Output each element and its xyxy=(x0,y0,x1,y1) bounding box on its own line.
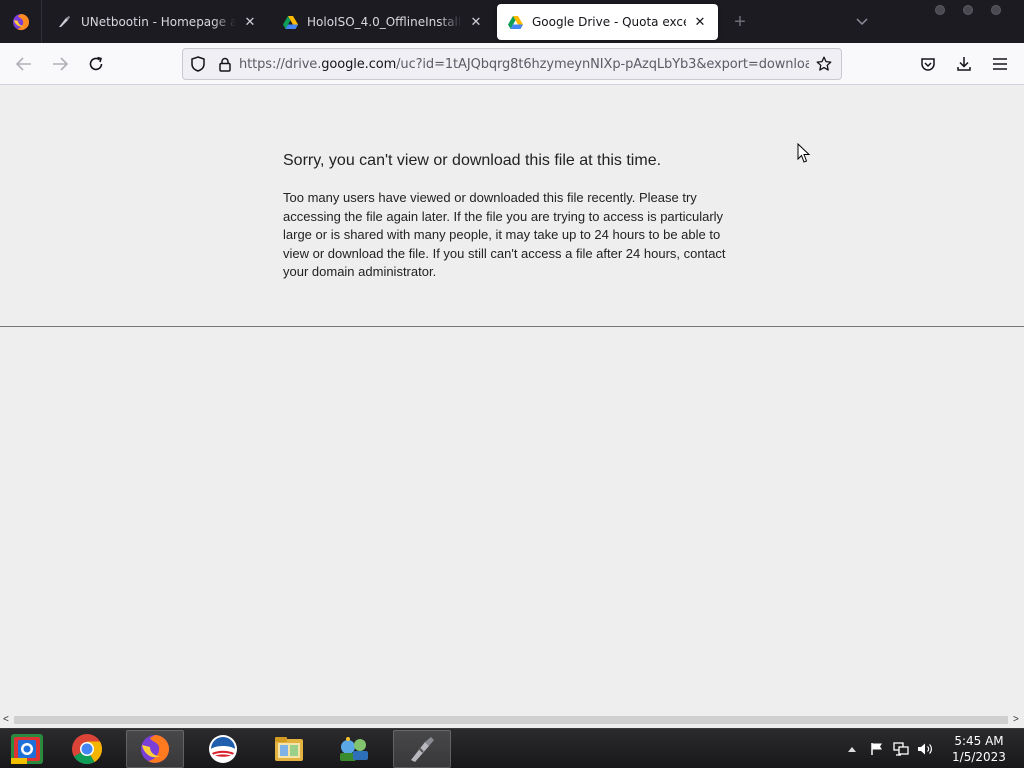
error-message: Too many users have viewed or downloaded… xyxy=(283,190,726,279)
flag-icon xyxy=(871,743,882,755)
reload-icon xyxy=(89,56,103,71)
pocket-button[interactable] xyxy=(914,50,942,78)
download-icon xyxy=(957,57,971,71)
file-explorer-icon xyxy=(275,737,303,761)
firefox-view-button[interactable] xyxy=(0,0,42,43)
new-tab-button[interactable]: + xyxy=(728,10,752,34)
url-bar[interactable]: https://drive.google.com/uc?id=1tAJQbqrg… xyxy=(182,48,842,80)
speaker-icon xyxy=(918,743,932,755)
close-icon[interactable]: ✕ xyxy=(468,14,484,30)
start-button[interactable] xyxy=(0,730,54,768)
google-drive-icon xyxy=(282,14,298,30)
error-title: Sorry, you can't view or download this f… xyxy=(283,152,662,169)
network-icon xyxy=(340,737,368,761)
tab-unetbootin[interactable]: UNetbootin - Homepage and Documentation … xyxy=(46,4,268,40)
downloads-button[interactable] xyxy=(950,50,978,78)
tab-google-drive[interactable]: Google Drive - Quota exceeded ✕ xyxy=(497,4,718,40)
network-status-icon[interactable] xyxy=(891,739,911,759)
firefox-icon xyxy=(141,735,169,763)
tab-holoiso[interactable]: HoloISO_4.0_OfflineInstaller.iso ✕ xyxy=(272,4,494,40)
app-menu-button[interactable] xyxy=(986,50,1014,78)
show-hidden-icons-button[interactable] xyxy=(844,739,860,759)
url-prefix: https://drive. xyxy=(239,56,322,72)
obama-logo-icon xyxy=(209,735,237,763)
back-button[interactable] xyxy=(10,50,38,78)
close-window-button[interactable] xyxy=(991,5,1001,15)
tab-bar: UNetbootin - Homepage and Documentation … xyxy=(0,0,1024,43)
shield-icon xyxy=(191,56,205,72)
taskbar-app[interactable] xyxy=(194,730,252,768)
hamburger-menu-icon xyxy=(993,58,1007,70)
forward-arrow-icon xyxy=(53,57,68,71)
reload-button[interactable] xyxy=(82,50,110,78)
horizontal-scrollbar[interactable]: < > xyxy=(0,712,1024,728)
network-monitor-icon xyxy=(893,742,909,756)
page-content: Sorry, you can't view or download this f… xyxy=(0,86,1024,712)
system-clock[interactable]: 5:45 AM 1/5/2023 xyxy=(944,733,1014,765)
chevron-up-icon xyxy=(848,747,856,752)
taskbar-chrome[interactable] xyxy=(58,730,116,768)
lock-icon xyxy=(219,57,231,72)
clock-time: 5:45 AM xyxy=(954,734,1004,748)
taskbar-unetbootin[interactable] xyxy=(393,730,451,768)
tab-title: UNetbootin - Homepage and Documentation xyxy=(81,15,236,29)
navigation-toolbar: https://drive.google.com/uc?id=1tAJQbqrg… xyxy=(0,43,1024,85)
minimize-button[interactable] xyxy=(935,5,945,15)
pocket-icon xyxy=(921,57,935,71)
site-security-icon[interactable] xyxy=(213,49,237,79)
action-center-icon[interactable] xyxy=(867,739,887,759)
clock-date: 1/5/2023 xyxy=(952,750,1006,764)
bookmark-button[interactable] xyxy=(809,49,839,79)
tracking-protection-icon[interactable] xyxy=(183,49,213,79)
volume-icon[interactable] xyxy=(915,739,935,759)
divider xyxy=(0,326,1024,327)
list-all-tabs-button[interactable] xyxy=(852,12,872,32)
taskbar: 5:45 AM 1/5/2023 xyxy=(0,728,1024,768)
unetbootin-icon xyxy=(411,737,434,762)
scroll-left-arrow[interactable]: < xyxy=(3,714,9,725)
star-icon xyxy=(816,56,832,71)
close-icon[interactable]: ✕ xyxy=(242,14,258,30)
scrollbar-thumb[interactable] xyxy=(14,716,1008,724)
tab-title: HoloISO_4.0_OfflineInstaller.iso xyxy=(307,15,462,29)
start-orb-icon xyxy=(11,734,43,764)
maximize-button[interactable] xyxy=(963,5,973,15)
chevron-down-icon xyxy=(856,18,868,26)
url-text[interactable]: https://drive.google.com/uc?id=1tAJQbqrg… xyxy=(239,57,809,72)
mouse-cursor-icon xyxy=(797,143,810,163)
taskbar-firefox[interactable] xyxy=(126,730,184,768)
chrome-icon xyxy=(72,734,103,765)
taskbar-file-explorer[interactable] xyxy=(260,730,318,768)
taskbar-network[interactable] xyxy=(324,730,382,768)
close-icon[interactable]: ✕ xyxy=(692,14,708,30)
unetbootin-icon xyxy=(56,14,72,30)
google-drive-icon xyxy=(507,14,523,30)
back-arrow-icon xyxy=(16,57,31,71)
firefox-icon xyxy=(12,13,29,30)
url-path: /uc?id=1tAJQbqrg8t6hzymeynNIXp-pAzqLbYb3… xyxy=(396,56,809,72)
url-host: google.com xyxy=(321,56,397,72)
forward-button[interactable] xyxy=(46,50,74,78)
tab-title: Google Drive - Quota exceeded xyxy=(532,15,686,29)
scroll-right-arrow[interactable]: > xyxy=(1013,714,1019,725)
